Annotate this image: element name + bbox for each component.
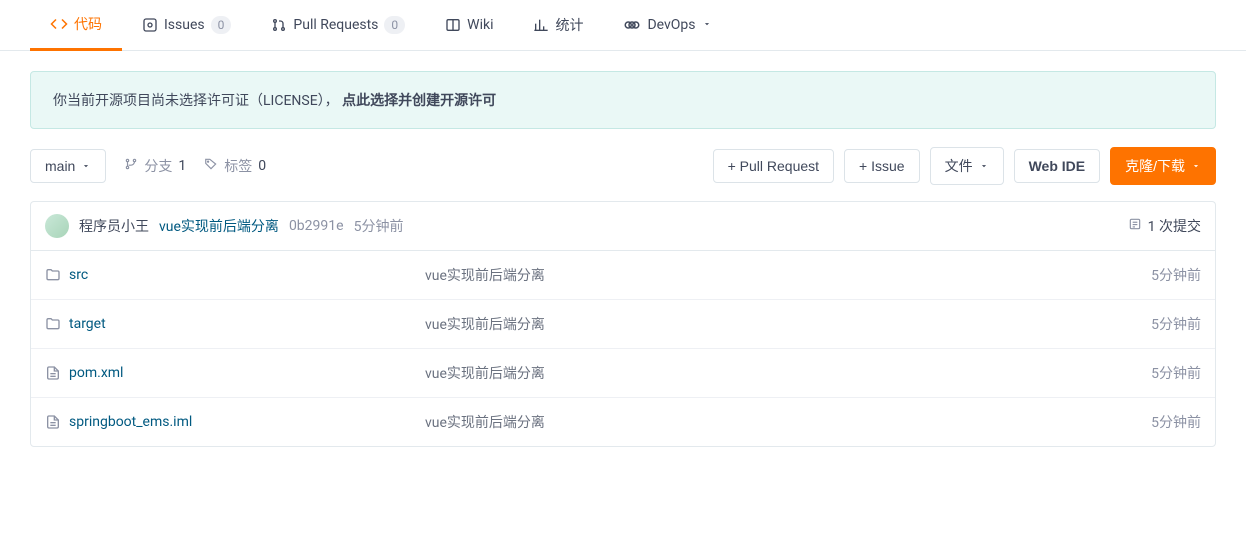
file-name: src bbox=[69, 267, 88, 283]
chevron-down-icon bbox=[702, 17, 712, 33]
new-pull-request-button[interactable]: + Pull Request bbox=[713, 149, 834, 183]
chevron-down-icon bbox=[81, 158, 91, 174]
file-button-label: 文件 bbox=[945, 156, 973, 176]
tab-stats-label: 统计 bbox=[555, 15, 583, 35]
tab-issues[interactable]: Issues 0 bbox=[122, 0, 251, 50]
file-time: 5分钟前 bbox=[1151, 314, 1201, 334]
issues-count-badge: 0 bbox=[211, 16, 232, 34]
license-notice[interactable]: 你当前开源项目尚未选择许可证（LICENSE）， 点此选择并创建开源许可 bbox=[30, 71, 1216, 129]
web-ide-label: Web IDE bbox=[1029, 158, 1086, 174]
tags-meta[interactable]: 标签 0 bbox=[204, 156, 266, 176]
toolbar-left: main 分支 1 标签 0 bbox=[30, 149, 266, 183]
file-row: src vue实现前后端分离5分钟前 bbox=[31, 251, 1215, 300]
commits-icon bbox=[1128, 217, 1142, 235]
tab-issues-label: Issues bbox=[164, 17, 205, 33]
file-time: 5分钟前 bbox=[1151, 363, 1201, 383]
file-commit-message[interactable]: vue实现前后端分离 bbox=[425, 363, 1151, 383]
pull-request-icon bbox=[271, 17, 287, 33]
file-row: springboot_ems.iml vue实现前后端分离5分钟前 bbox=[31, 398, 1215, 446]
chevron-down-icon bbox=[979, 158, 989, 174]
tab-pr-label: Pull Requests bbox=[293, 17, 378, 33]
branch-selector[interactable]: main bbox=[30, 149, 106, 183]
tab-code[interactable]: 代码 bbox=[30, 0, 122, 51]
repo-toolbar: main 分支 1 标签 0 + Pull Request bbox=[30, 147, 1216, 185]
commit-hash[interactable]: 0b2991e bbox=[289, 218, 344, 234]
file-name: springboot_ems.iml bbox=[69, 414, 192, 430]
tab-devops-label: DevOps bbox=[647, 17, 695, 33]
file-commit-message[interactable]: vue实现前后端分离 bbox=[425, 314, 1151, 334]
branches-label: 分支 bbox=[144, 156, 172, 176]
file-name-cell[interactable]: target bbox=[45, 316, 425, 332]
latest-commit-row: 程序员小王 vue实现前后端分离 0b2991e 5分钟前 1 次提交 bbox=[30, 201, 1216, 250]
avatar[interactable] bbox=[45, 214, 69, 238]
commit-author[interactable]: 程序员小王 bbox=[79, 216, 149, 236]
commit-message[interactable]: vue实现前后端分离 bbox=[159, 216, 279, 236]
pr-count-badge: 0 bbox=[384, 16, 405, 34]
file-icon bbox=[45, 414, 61, 430]
notice-text: 你当前开源项目尚未选择许可证（LICENSE）， bbox=[53, 93, 339, 109]
repo-content: 你当前开源项目尚未选择许可证（LICENSE）， 点此选择并创建开源许可 mai… bbox=[0, 51, 1246, 467]
file-name: pom.xml bbox=[69, 365, 123, 381]
tag-icon bbox=[204, 157, 218, 175]
commit-time: 5分钟前 bbox=[354, 216, 404, 236]
tags-label: 标签 bbox=[224, 156, 252, 176]
file-commit-message[interactable]: vue实现前后端分离 bbox=[425, 265, 1151, 285]
file-name-cell[interactable]: springboot_ems.iml bbox=[45, 414, 425, 430]
file-button[interactable]: 文件 bbox=[930, 147, 1004, 185]
tab-devops[interactable]: DevOps bbox=[603, 0, 731, 50]
new-issue-button[interactable]: + Issue bbox=[844, 149, 920, 183]
branch-icon bbox=[124, 157, 138, 175]
tab-wiki-label: Wiki bbox=[467, 17, 493, 33]
tab-wiki[interactable]: Wiki bbox=[425, 0, 513, 50]
code-icon bbox=[50, 15, 68, 33]
file-name: target bbox=[69, 316, 106, 332]
tags-count: 0 bbox=[258, 158, 266, 174]
folder-icon bbox=[45, 267, 61, 283]
file-row: target vue实现前后端分离5分钟前 bbox=[31, 300, 1215, 349]
file-list: srcvue实现前后端分离5分钟前targetvue实现前后端分离5分钟前pom… bbox=[30, 250, 1216, 447]
branches-meta[interactable]: 分支 1 bbox=[124, 156, 186, 176]
stats-icon bbox=[533, 17, 549, 33]
file-time: 5分钟前 bbox=[1151, 265, 1201, 285]
commits-count-label: 1 次提交 bbox=[1148, 216, 1201, 236]
file-name-cell[interactable]: pom.xml bbox=[45, 365, 425, 381]
clone-label: 克隆/下载 bbox=[1125, 156, 1185, 176]
file-time: 5分钟前 bbox=[1151, 412, 1201, 432]
toolbar-right: + Pull Request + Issue 文件 Web IDE 克隆/下载 bbox=[713, 147, 1216, 185]
devops-icon bbox=[623, 16, 641, 34]
file-name-cell[interactable]: src bbox=[45, 267, 425, 283]
branch-name: main bbox=[45, 158, 75, 174]
file-icon bbox=[45, 365, 61, 381]
repo-tabs: 代码 Issues 0 Pull Requests 0 Wiki 统计 DevO… bbox=[0, 0, 1246, 51]
notice-link[interactable]: 点此选择并创建开源许可 bbox=[342, 93, 496, 109]
web-ide-button[interactable]: Web IDE bbox=[1014, 149, 1101, 183]
tab-code-label: 代码 bbox=[74, 14, 102, 34]
commits-count[interactable]: 1 次提交 bbox=[1128, 216, 1201, 236]
file-row: pom.xml vue实现前后端分离5分钟前 bbox=[31, 349, 1215, 398]
tab-pull-requests[interactable]: Pull Requests 0 bbox=[251, 0, 425, 50]
issues-icon bbox=[142, 17, 158, 33]
wiki-icon bbox=[445, 17, 461, 33]
chevron-down-icon bbox=[1191, 158, 1201, 174]
clone-download-button[interactable]: 克隆/下载 bbox=[1110, 147, 1216, 185]
tab-stats[interactable]: 统计 bbox=[513, 0, 603, 50]
folder-icon bbox=[45, 316, 61, 332]
branches-count: 1 bbox=[178, 158, 186, 174]
file-commit-message[interactable]: vue实现前后端分离 bbox=[425, 412, 1151, 432]
